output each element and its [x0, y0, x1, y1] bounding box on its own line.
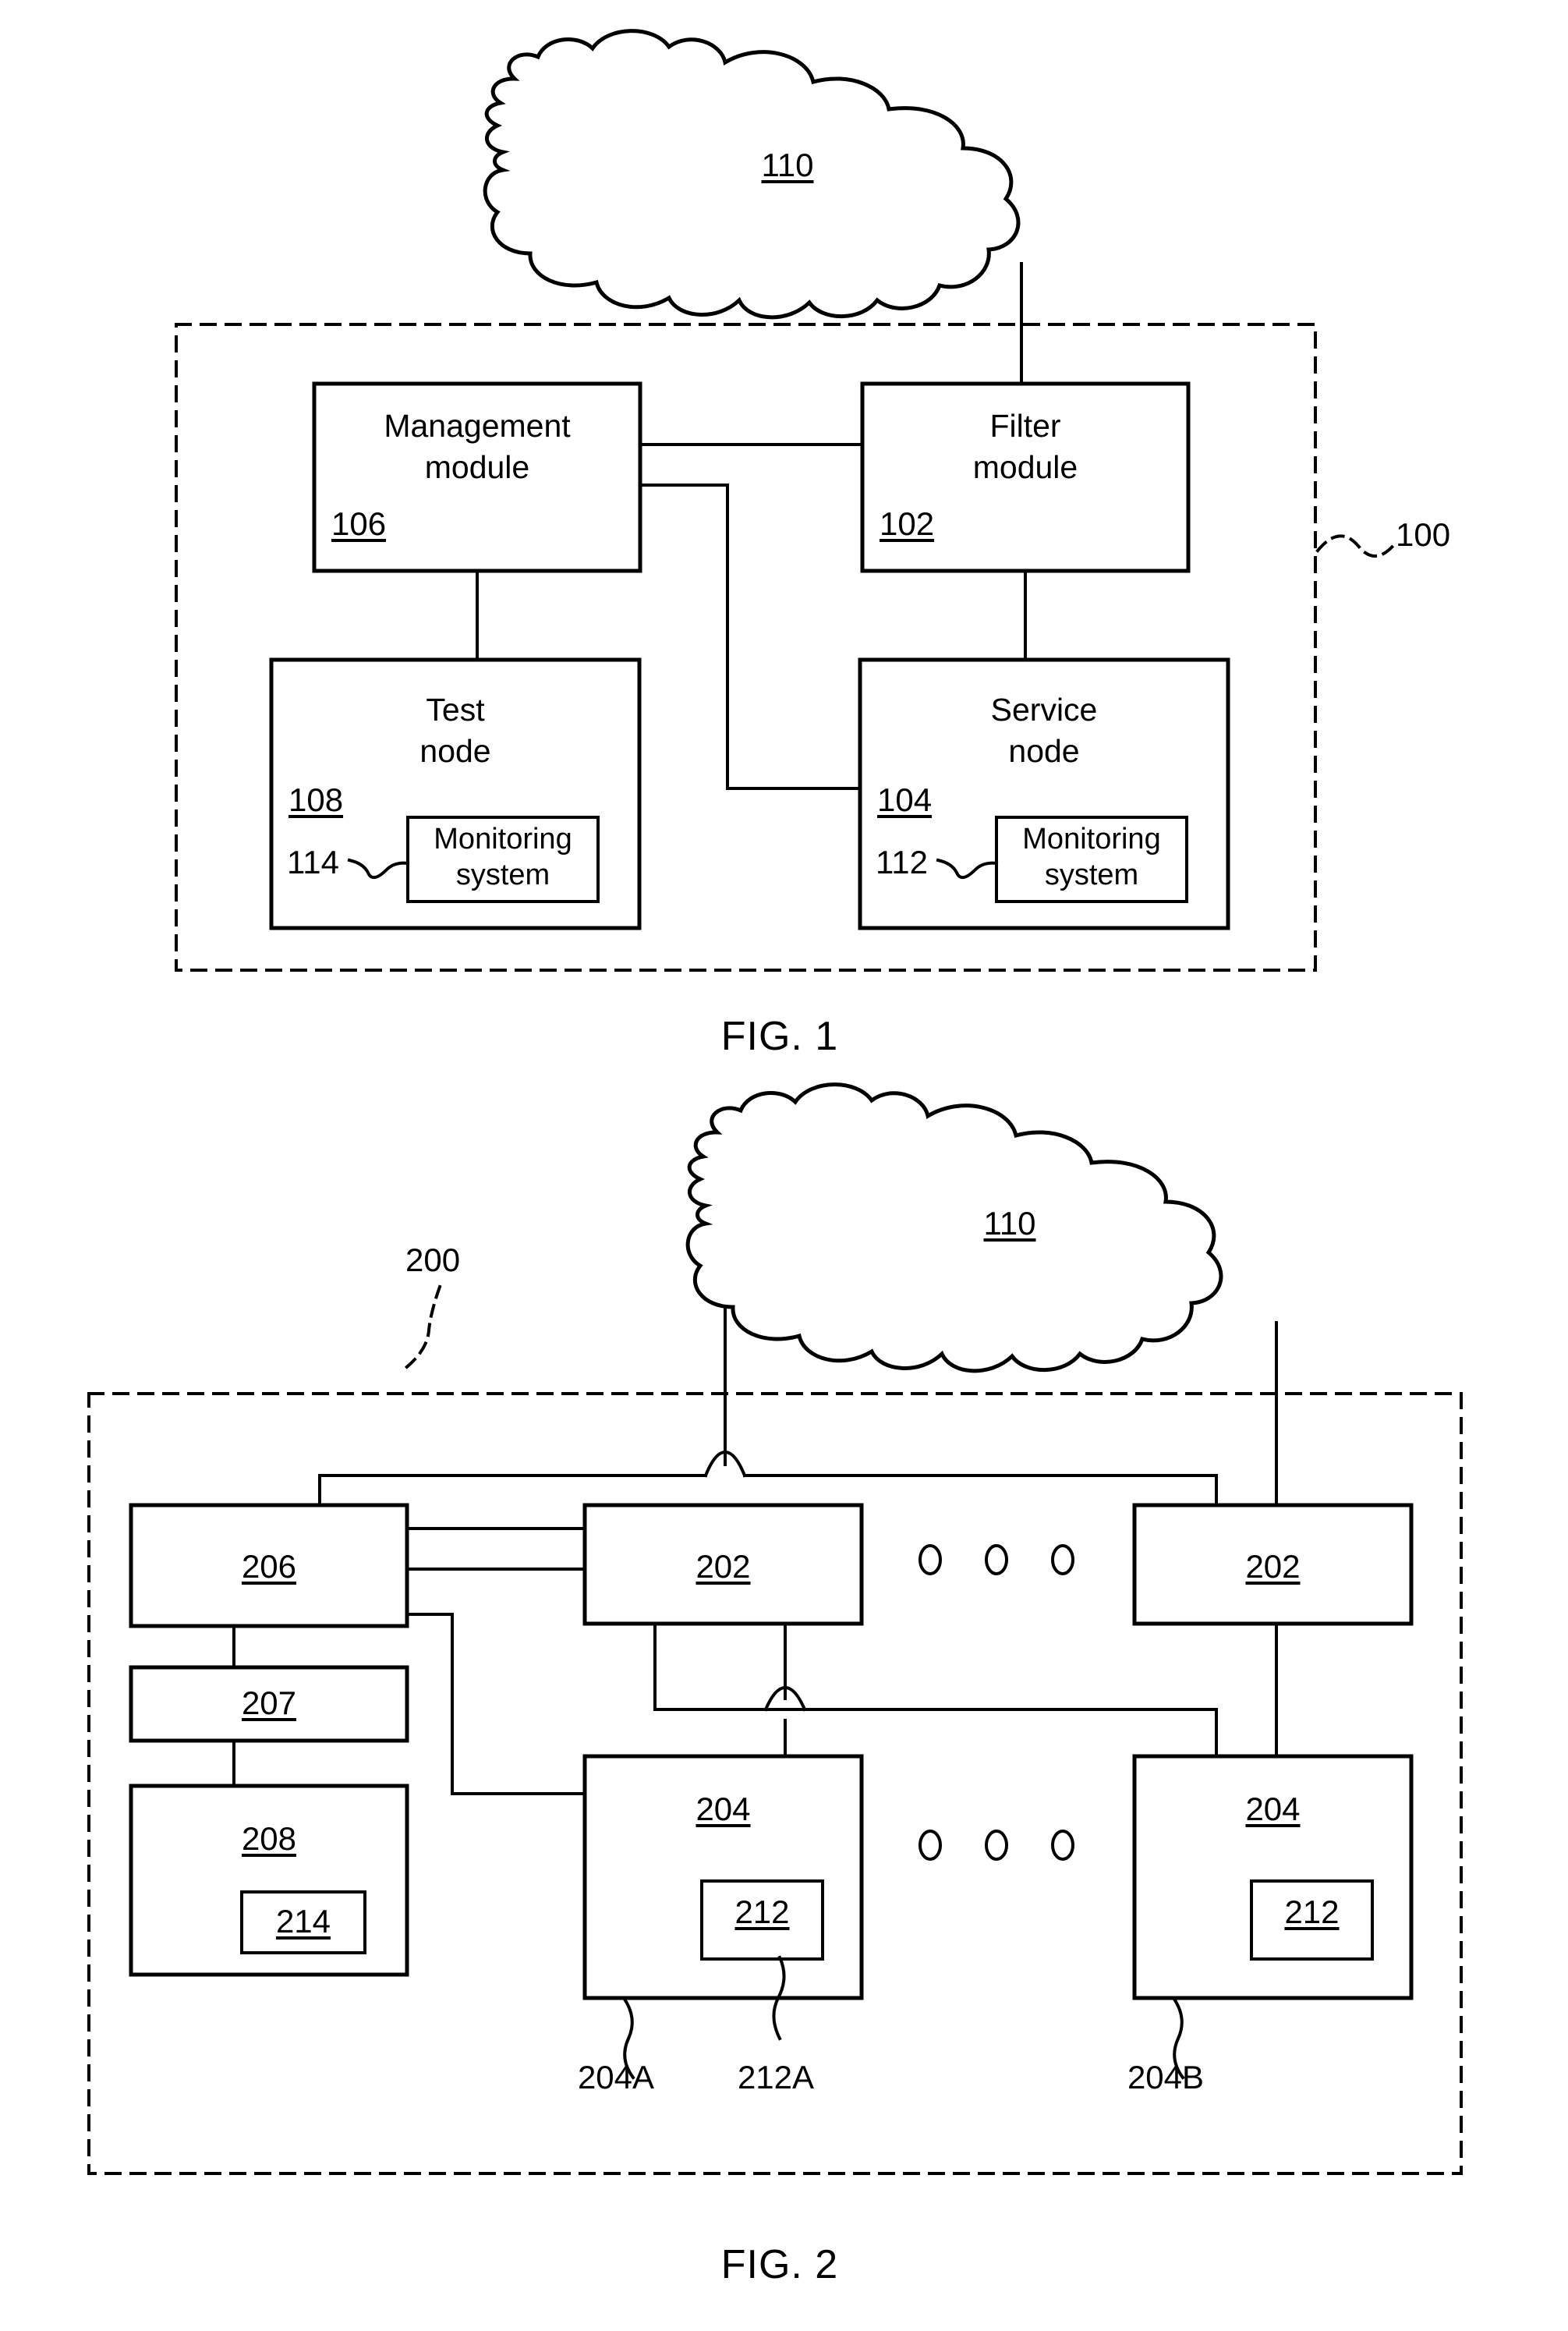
label-212A: 212A [737, 2059, 815, 2095]
label-204B: 204B [1127, 2059, 1205, 2095]
service-node-title-line1: Service [990, 692, 1098, 728]
box-206-ref: 206 [241, 1548, 297, 1585]
system-200-boundary [87, 1392, 1463, 2175]
top-bus-right-segment [743, 1474, 1218, 1507]
ellipsis-dot [919, 1544, 942, 1575]
management-module-title-line1: Management [384, 408, 571, 444]
monitoring-system-label-line1-114: Monitoring [434, 823, 572, 856]
link-206-to-center-204 [405, 1613, 707, 1795]
filter-module-title-line1: Filter [989, 408, 1061, 444]
ellipsis-dot [919, 1830, 942, 1861]
leader-100 [1315, 534, 1398, 558]
filter-module-ref: 102 [880, 505, 935, 542]
figure-1-caption: FIG. 1 [720, 1014, 839, 1059]
test-node-title-line1: Test [426, 692, 485, 728]
box-204-left-ref: 204 [696, 1791, 751, 1827]
box-202-right-ref: 202 [1245, 1548, 1301, 1585]
ellipsis-dot [1051, 1830, 1074, 1861]
label-204A: 204A [577, 2059, 655, 2095]
monitoring-system-ref-114: 114 [287, 844, 339, 880]
box-207-ref: 207 [241, 1684, 297, 1721]
box-208 [129, 1784, 409, 1977]
box-204-right-ref: 204 [1245, 1791, 1301, 1827]
box-212-left-ref: 212 [734, 1893, 790, 1930]
monitoring-system-label-line2-112: system [1044, 859, 1139, 891]
box-212-right-ref: 212 [1284, 1893, 1340, 1930]
bus-206-to-center-202 [353, 1504, 787, 1548]
wire-hop-center-202-204 [763, 1685, 807, 1712]
patent-drawing-sheet: 110 100 Management module 106 Filter mod… [0, 0, 1568, 2331]
cloud-ref-110-fig2: 110 [983, 1205, 1036, 1242]
monitoring-system-label-line1-112: Monitoring [1022, 823, 1161, 856]
service-node-title-line2: node [1008, 733, 1080, 769]
management-module-title-line2: module [424, 449, 530, 485]
drawing-vector-layer [87, 29, 1463, 2175]
system-ref-200: 200 [405, 1242, 461, 1278]
figure-2-caption: FIG. 2 [720, 2242, 839, 2287]
link-206-to-right-204 [405, 1568, 1218, 1758]
system-ref-100: 100 [1396, 516, 1451, 553]
link-management-service-node [639, 484, 862, 790]
leader-212A [772, 1955, 786, 2041]
management-module-ref: 106 [331, 505, 387, 542]
filter-module-title-line2: module [972, 449, 1078, 485]
box-202-left-ref: 202 [696, 1548, 751, 1585]
service-node-ref: 104 [877, 781, 933, 818]
test-node-ref: 108 [288, 781, 344, 818]
cloud-ref-110-fig1: 110 [761, 147, 814, 183]
box-208-ref: 208 [241, 1820, 297, 1857]
monitoring-system-ref-112: 112 [876, 844, 928, 880]
box-214-ref: 214 [275, 1903, 331, 1940]
ellipsis-dot [985, 1544, 1008, 1575]
leader-200 [402, 1284, 442, 1372]
ellipsis-dot [1051, 1544, 1074, 1575]
monitoring-system-label-line2-114: system [455, 859, 550, 891]
test-node-title-line2: node [419, 733, 491, 769]
wire-hop-top-bus [703, 1450, 747, 1478]
ellipsis-dot [985, 1830, 1008, 1861]
